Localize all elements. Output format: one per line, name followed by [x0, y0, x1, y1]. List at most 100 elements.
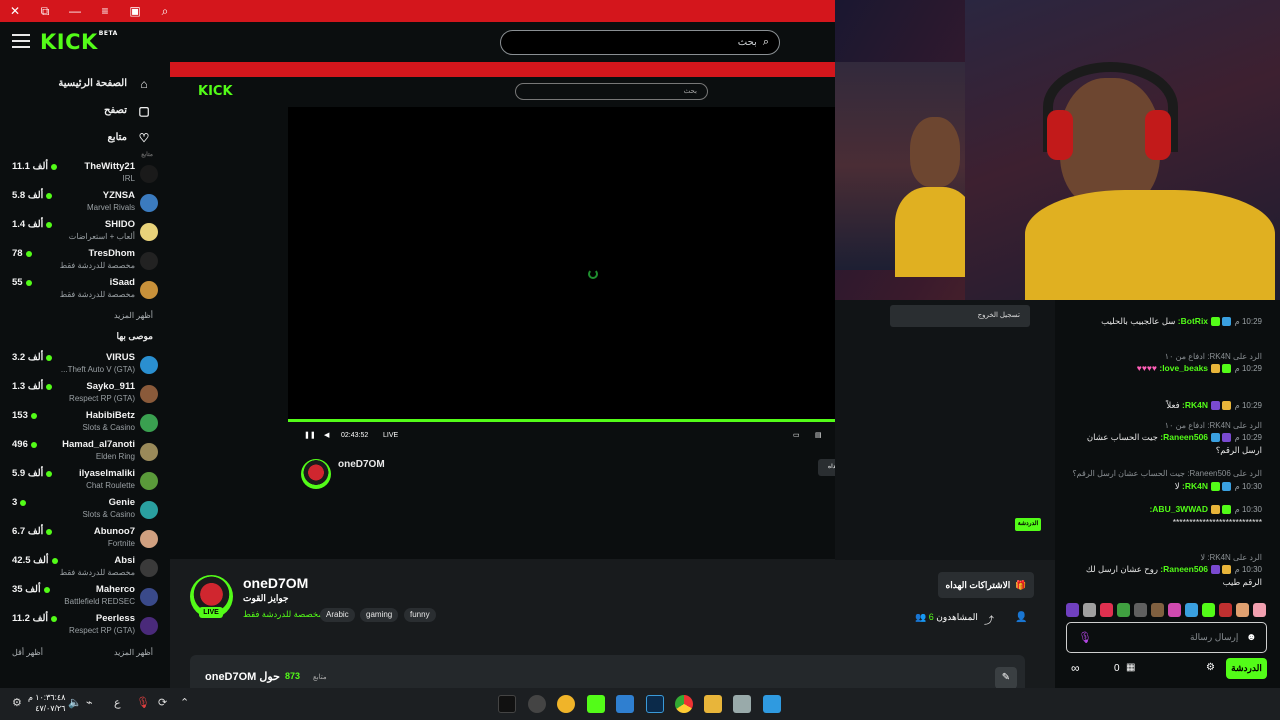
- emote-icon[interactable]: [1066, 603, 1079, 617]
- theater-icon[interactable]: ▭: [793, 431, 800, 439]
- kick-logo[interactable]: KICKBETA: [40, 30, 118, 54]
- show-more-recommended[interactable]: أظهر المزيد: [114, 641, 153, 665]
- sidebar-channel-sayko_911[interactable]: Sayko_911 Respect RP (GTA) 1.3 ألف: [0, 380, 165, 409]
- sidebar-channel-shido[interactable]: SHIDO ألعاب + استعراضات 1.4 ألف: [0, 218, 165, 247]
- sidebar-channel-yznsa[interactable]: YZNSA Marvel Rivals 5.8 ألف: [0, 189, 165, 218]
- emote-icon[interactable]: [1219, 603, 1232, 617]
- volume-icon[interactable]: ◀: [324, 431, 329, 439]
- chat-reply-context[interactable]: الرد على Raneen506: جيت الحساب عشان ارسل…: [1066, 467, 1262, 480]
- show-less-recommended[interactable]: أظهر أقل: [12, 641, 43, 665]
- chat-username[interactable]: love_beaks:: [1159, 363, 1208, 373]
- emote-icon[interactable]: [1202, 603, 1215, 617]
- emote-icon[interactable]: [1134, 603, 1147, 617]
- sidebar-channel-peerless[interactable]: Peerless Respect RP (GTA) 11.2 ألف: [0, 612, 165, 641]
- nav-following[interactable]: ♡ متابع: [0, 124, 165, 151]
- sidebar-channel-absi[interactable]: Absi مخصصة للدردشة فقط 42.5 ألف: [0, 554, 165, 583]
- sidebar-channel-ilyaselmaliki[interactable]: ilyaselmaliki Chat Roulette 5.9 ألف: [0, 467, 165, 496]
- close-icon[interactable]: ✕: [0, 0, 30, 22]
- show-more-following[interactable]: أظهر المزيد: [0, 305, 165, 331]
- nav-browse[interactable]: ▢ تصفح: [0, 97, 165, 124]
- tag-gaming[interactable]: gaming: [360, 608, 399, 622]
- sidebar-channel-maherco[interactable]: Maherco Battlefield REDSEC 35 ألف: [0, 583, 165, 612]
- clip-icon[interactable]: ▤: [815, 431, 822, 439]
- channel-viewers: 3.2 ألف: [12, 352, 55, 363]
- language-icon[interactable]: ع: [114, 696, 121, 709]
- chat-message[interactable]: 10:29 م BotRix: سل عالجبيب بالحليب: [1066, 315, 1262, 328]
- infinity-icon[interactable]: ∞: [1071, 661, 1080, 675]
- stream-category[interactable]: مخصصة للدردشة فقط: [243, 609, 323, 620]
- zoom-icon[interactable]: ⌕: [150, 0, 180, 22]
- minimize-icon[interactable]: —: [60, 0, 90, 22]
- mic-tray-icon[interactable]: 🎙: [136, 696, 150, 709]
- menu-icon[interactable]: ≡: [90, 0, 120, 22]
- microphone-icon[interactable]: 🎙: [1078, 631, 1092, 644]
- tray-chevron-icon[interactable]: ⌃: [180, 696, 189, 709]
- sidebar-channel-tresdhom[interactable]: TresDhom مخصصة للدردشة فقط 78: [0, 247, 165, 276]
- emote-icon[interactable]: [1117, 603, 1130, 617]
- sidebar-channel-isaad[interactable]: iSaad مخصصة للدردشة فقط 55: [0, 276, 165, 305]
- gift-subs-button[interactable]: 🎁 الاشتراكات الهداه: [938, 572, 1034, 598]
- screenshot-icon[interactable]: ▣: [120, 0, 150, 22]
- video-player[interactable]: [288, 107, 835, 422]
- follow-icon[interactable]: 👤: [1015, 612, 1027, 623]
- sidebar-channel-hamad_al7anoti[interactable]: Hamad_al7anoti Elden Ring 496: [0, 438, 165, 467]
- streamer-name[interactable]: oneD7OM: [243, 575, 308, 591]
- chat-username[interactable]: ABU_3WWAD:: [1149, 504, 1208, 514]
- chat-message[interactable]: 10:30 م RK4N: لا: [1066, 480, 1262, 493]
- edit-icon[interactable]: ✎: [995, 667, 1017, 689]
- chat-send-button[interactable]: الدردشة: [1226, 658, 1267, 679]
- sidebar-channel-thewitty21[interactable]: TheWitty21 IRL 11.1 ألف: [0, 160, 165, 189]
- tag-funny[interactable]: funny: [404, 608, 436, 622]
- live-dot-icon: [46, 470, 53, 477]
- chat-username[interactable]: RK4N:: [1182, 481, 1208, 491]
- windows-start-icon[interactable]: [763, 695, 781, 713]
- emote-icon[interactable]: [1253, 603, 1266, 617]
- sidebar-channel-habibibetz[interactable]: HabibiBetz Slots & Casino 153: [0, 409, 165, 438]
- emote-icon[interactable]: [1236, 603, 1249, 617]
- taskbar-clock[interactable]: ١٠:٣٦:٤٨ م ٤٧/٠٧/٢٦: [28, 692, 65, 714]
- photoshop-icon[interactable]: [646, 695, 664, 713]
- sidebar-channel-abunoo7[interactable]: Abunoo7 Fortnite 6.7 ألف: [0, 525, 165, 554]
- chat-message[interactable]: 10:30 م Raneen506: روح عشان ارسل لك الرق…: [1066, 563, 1262, 589]
- volume-icon[interactable]: 🔈: [68, 696, 82, 709]
- chat-username[interactable]: Raneen506:: [1160, 564, 1208, 574]
- tiktok-icon[interactable]: [498, 695, 516, 713]
- pause-icon[interactable]: ❚❚: [304, 431, 316, 439]
- chat-settings-icon[interactable]: ⚙: [1206, 662, 1215, 673]
- app-icon[interactable]: [528, 695, 546, 713]
- sidebar-channel-virus[interactable]: VIRUS Theft Auto V (GTA)... 3.2 ألف: [0, 351, 165, 380]
- refresh-icon[interactable]: ⟳: [158, 696, 167, 709]
- network-icon[interactable]: ⌁: [86, 696, 93, 709]
- nav-home[interactable]: ⌂ الصفحة الرئيسية: [0, 70, 165, 97]
- gift-box-icon[interactable]: ▦: [1126, 662, 1135, 673]
- kick-app-icon[interactable]: [587, 695, 605, 713]
- chat-username[interactable]: RK4N:: [1182, 400, 1208, 410]
- hamburger-menu-icon[interactable]: [12, 34, 30, 48]
- following-title: متابع: [141, 152, 153, 158]
- emoji-icon[interactable]: ☻: [1246, 632, 1257, 643]
- emote-icon[interactable]: [1083, 603, 1096, 617]
- chat-message[interactable]: 10:29 م RK4N: فعلاً: [1066, 399, 1262, 412]
- emote-icon[interactable]: [1168, 603, 1181, 617]
- search-input[interactable]: ⌕ بحث: [500, 30, 780, 55]
- discord-icon[interactable]: [557, 695, 575, 713]
- chat-message[interactable]: 10:29 م love_beaks: ♥♥♥♥: [1066, 362, 1262, 375]
- video-progress-bar[interactable]: [288, 419, 835, 422]
- chat-username[interactable]: Raneen506:: [1160, 432, 1208, 442]
- chat-username[interactable]: BotRix:: [1178, 316, 1208, 326]
- share-icon[interactable]: ⤴: [984, 612, 994, 627]
- folder-icon[interactable]: [704, 695, 722, 713]
- chrome-icon[interactable]: [675, 695, 693, 713]
- restore-icon[interactable]: ⧉: [30, 0, 60, 22]
- notes-icon[interactable]: [616, 695, 634, 713]
- tag-arabic[interactable]: Arabic: [320, 608, 355, 622]
- chat-message[interactable]: 10:30 م ABU_3WWAD: *********************…: [1066, 503, 1262, 529]
- chat-message[interactable]: 10:29 م Raneen506: جيت الحساب عشان ارسل …: [1066, 431, 1262, 457]
- emote-icon[interactable]: [1151, 603, 1164, 617]
- emote-icon[interactable]: [1185, 603, 1198, 617]
- emote-icon[interactable]: [1100, 603, 1113, 617]
- window-icon[interactable]: [733, 695, 751, 713]
- channel-points[interactable]: 0: [1114, 663, 1120, 674]
- sidebar-channel-genie[interactable]: Genie Slots & Casino 3: [0, 496, 165, 525]
- settings-gear-icon[interactable]: ⚙: [12, 696, 22, 709]
